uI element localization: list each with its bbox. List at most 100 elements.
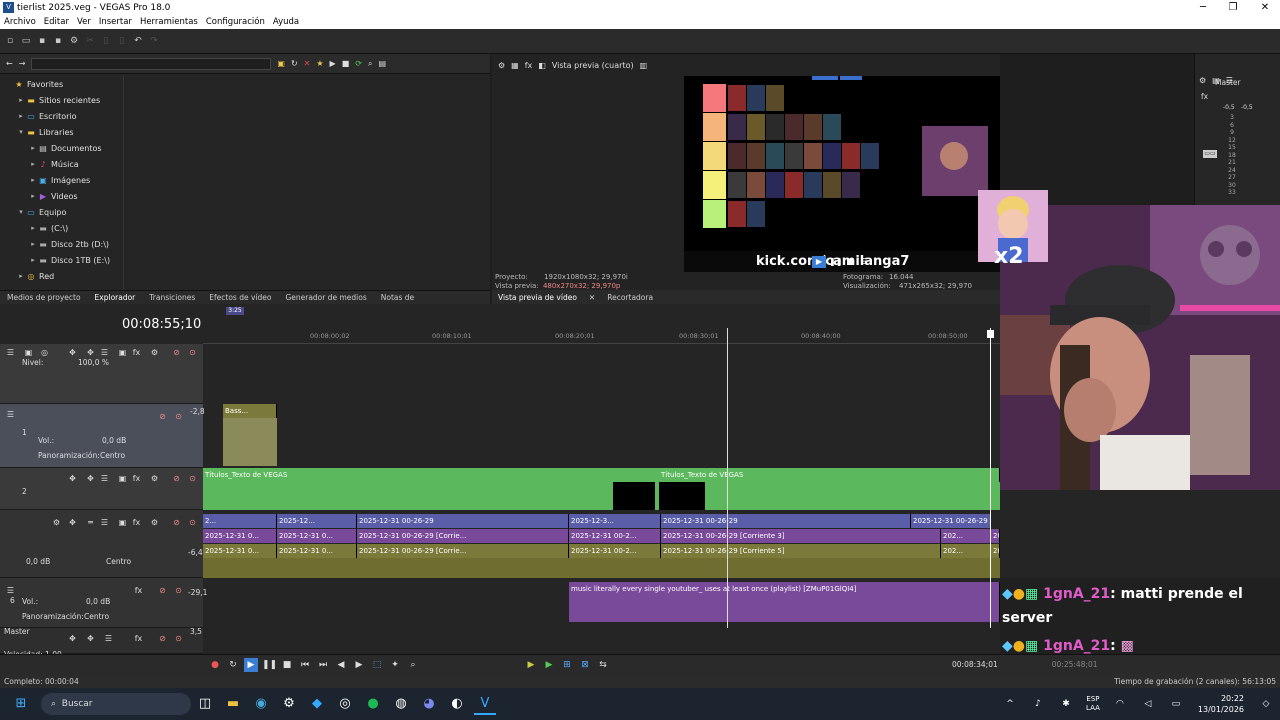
tab-vista-previa[interactable]: Vista previa de vídeo — [492, 293, 583, 302]
tree-item[interactable]: ▸ ♪ Música — [0, 156, 123, 172]
title-clip-body[interactable] — [203, 482, 1000, 510]
auto-crossfade-icon[interactable]: ⊠ — [578, 658, 592, 672]
expand-arrow-icon[interactable]: ▾ — [16, 128, 26, 136]
menu-configuracion[interactable]: Configuración — [202, 17, 269, 27]
expand-arrow-icon[interactable]: ▸ — [28, 240, 38, 248]
audio-clip[interactable]: 2025-12-31 0... — [277, 544, 357, 558]
spotify-icon[interactable]: ● — [362, 693, 384, 715]
expand-arrow-icon[interactable]: ▸ — [28, 256, 38, 264]
mute-icon[interactable]: ⊘ — [158, 634, 167, 643]
menu-insertar[interactable]: Insertar — [95, 17, 136, 27]
prev-frame-icon[interactable]: ◀ — [334, 658, 348, 672]
cut-icon[interactable]: ✂ — [84, 35, 96, 47]
solo-icon[interactable]: ⊙ — [188, 348, 197, 357]
tray-chevron-icon[interactable]: ^ — [999, 693, 1021, 715]
tree-item[interactable]: ▾ ▭ Equipo — [0, 204, 123, 220]
edit-tool-icon[interactable]: ⬚ — [370, 658, 384, 672]
refresh-icon[interactable]: ↻ — [291, 59, 298, 68]
loop-icon[interactable]: ↻ — [226, 658, 240, 672]
clock[interactable]: 20:22 13/01/2026 — [1198, 693, 1244, 715]
expand-arrow-icon[interactable]: ▸ — [28, 192, 38, 200]
solo-icon[interactable]: ⊙ — [188, 474, 197, 483]
title-clip[interactable]: Títulos_Texto de VEGAS — [659, 468, 1000, 482]
fx-icon[interactable]: fx — [132, 518, 141, 527]
windows-start-icon[interactable]: ⊞ — [10, 693, 32, 715]
expand-arrow-icon[interactable]: ▸ — [16, 112, 26, 120]
fx-icon[interactable]: fx — [132, 474, 141, 483]
tree-item[interactable]: ▸ ▬ (C:\) — [0, 220, 123, 236]
maximize-button[interactable]: ❐ — [1218, 0, 1248, 15]
audio-clip[interactable]: 2025-12-31 0... — [203, 544, 277, 558]
favorite-star-icon[interactable]: ★ — [316, 59, 323, 68]
bass-audio-clip[interactable]: Bass... — [223, 404, 277, 418]
split-screen-icon[interactable]: ◧ — [538, 61, 546, 70]
tab-explorador[interactable]: Explorador — [88, 293, 143, 302]
audio-clip[interactable]: 202... — [941, 544, 991, 558]
play-from-start-icon[interactable]: ▶ — [244, 657, 258, 672]
solo-icon[interactable]: ⊙ — [188, 518, 197, 527]
tree-item[interactable]: ▸ ◎ Red — [0, 268, 123, 284]
tree-item[interactable]: ▸ ▤ Documentos — [0, 140, 123, 156]
search-icon[interactable]: ⌕ — [368, 59, 372, 69]
bluetooth-icon[interactable]: ✱ — [1055, 693, 1077, 715]
go-end-icon[interactable]: ⏭ — [316, 658, 330, 672]
pan-crop-icon[interactable]: ✥ — [68, 634, 77, 643]
expand-arrow-icon[interactable]: ▸ — [28, 160, 38, 168]
notifications-icon[interactable]: ◇ — [1255, 693, 1277, 715]
forward-arrow-icon[interactable]: → — [19, 59, 26, 68]
audio-clip[interactable]: 2025-12-31 00-26-29 [Corrie... — [357, 544, 569, 558]
path-field[interactable] — [31, 57, 272, 70]
tree-item[interactable]: ★ Favorites — [0, 76, 123, 92]
audio-clip[interactable]: 2025-12-31 00-26-29 [Corriente 5] — [661, 544, 941, 558]
stop-preview-icon[interactable]: ■ — [342, 59, 350, 68]
track-fx-icon[interactable]: ▣ — [118, 474, 127, 483]
mute-icon[interactable]: ⊘ — [172, 474, 181, 483]
next-frame-icon[interactable]: ▶ — [352, 658, 366, 672]
pan-crop-icon[interactable]: ✥ — [68, 474, 77, 483]
track-motion-icon[interactable]: ✥ — [86, 474, 95, 483]
close-button[interactable]: ✕ — [1250, 0, 1280, 15]
mute-icon[interactable]: ⊘ — [172, 518, 181, 527]
expand-arrow-icon[interactable]: ▸ — [16, 272, 26, 280]
tab-efectos-video[interactable]: Efectos de vídeo — [202, 293, 278, 302]
audio-clip[interactable]: 2025-12-31 00-26-29 [Corrie... — [357, 529, 569, 543]
video-clip[interactable]: 2025-12-31 00-26-29 — [661, 514, 911, 528]
battery-icon[interactable]: ▭ — [1165, 693, 1187, 715]
track-settings-icon[interactable]: ⚙ — [150, 518, 159, 527]
mute-icon[interactable]: ⊘ — [172, 348, 181, 357]
expand-arrow-icon[interactable]: ▸ — [16, 96, 26, 104]
pause-icon[interactable]: ❚❚ — [829, 256, 842, 268]
track-list-icon[interactable]: ☰ — [100, 474, 109, 483]
video-clip[interactable]: 2025-12-31 00-26-29 — [911, 514, 991, 528]
track-menu-icon[interactable]: ☰ — [6, 586, 15, 595]
video-clip[interactable]: 2025-12-3... — [569, 514, 661, 528]
master-fx-icon[interactable]: fx — [1201, 92, 1208, 101]
tab-recortadora[interactable]: Recortadora — [601, 293, 659, 302]
audio-clip[interactable]: 2025-12-31 00-26-29 [Corriente 3] — [661, 529, 941, 543]
fx-icon[interactable]: fx — [134, 586, 143, 595]
tree-item[interactable]: ▾ ▬ Libraries — [0, 124, 123, 140]
discord-icon[interactable]: ◕ — [418, 693, 440, 715]
save-as-icon[interactable]: ▪ — [52, 35, 64, 47]
audio-clip[interactable]: 2025-12-31 00-2... — [569, 544, 661, 558]
paste-icon[interactable]: ▯ — [116, 35, 128, 47]
track-settings-icon[interactable]: ⚙ — [150, 348, 159, 357]
motion-icon[interactable]: ◎ — [40, 348, 49, 357]
preview-settings-icon[interactable]: ⚙ — [498, 61, 505, 70]
go-start-icon[interactable]: ⏮ — [298, 658, 312, 672]
compositing-icon[interactable]: ▣ — [24, 348, 33, 357]
region-marker[interactable]: 3:25 — [226, 307, 244, 315]
menu-herramientas[interactable]: Herramientas — [136, 17, 202, 27]
menu-ver[interactable]: Ver — [73, 17, 95, 27]
taskbar-search[interactable]: ⌕ Buscar — [41, 693, 191, 715]
views-icon[interactable]: ▤ — [378, 59, 386, 68]
video-clip[interactable]: 2025-12-31 00-26-29 — [357, 514, 569, 528]
task-view-icon[interactable]: ◫ — [194, 693, 216, 715]
play-preview-icon[interactable]: ▶ — [330, 59, 336, 68]
settings-gear-icon[interactable]: ⚙ — [68, 35, 80, 47]
track-motion-icon[interactable]: ✥ — [86, 348, 95, 357]
vegas-taskbar-icon[interactable]: V — [474, 693, 496, 715]
region-icon[interactable]: ▶ — [542, 658, 556, 672]
back-arrow-icon[interactable]: ← — [6, 59, 13, 68]
fx-icon[interactable]: fx — [134, 634, 143, 643]
